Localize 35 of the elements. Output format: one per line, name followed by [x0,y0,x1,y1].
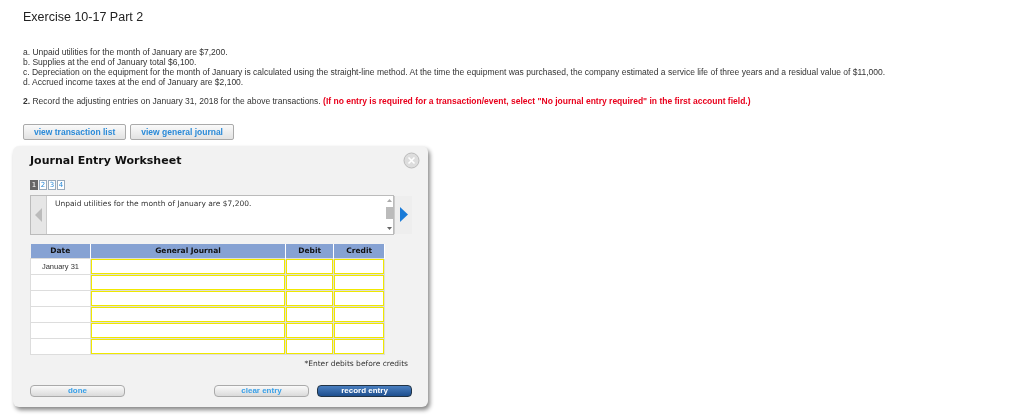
entry-field[interactable] [286,339,334,354]
entry-field[interactable] [334,339,384,354]
entry-field[interactable] [286,307,334,322]
entry-field[interactable] [91,307,285,322]
record-button[interactable]: record entry [317,385,412,398]
close-icon[interactable] [403,152,420,170]
entry-field[interactable] [286,275,334,290]
entry-field[interactable] [334,275,384,290]
left-arrow-icon [35,207,42,222]
item-text: c. Depreciation on the equipment for the month of January is calculated using the straight-line method. At the time the equipment was purchased, the company estimated a service life of three years and a residual value of $11,000. [23,66,887,77]
entry-field[interactable] [334,259,384,274]
action-button[interactable]: done [30,385,125,398]
view-button[interactable]: view general journal [130,123,234,141]
entry-field[interactable] [91,259,285,274]
right-arrow-icon [399,207,408,222]
entry-field[interactable] [91,275,285,290]
action-button[interactable]: clear entry [214,385,309,398]
entry-field[interactable] [334,323,384,338]
entry-field[interactable] [286,323,334,338]
entry-field[interactable] [91,323,285,338]
entry-field[interactable] [334,307,384,322]
entry-field[interactable] [91,291,285,306]
entry-field[interactable] [286,291,334,306]
item-text: a. Unpaid utilities for the month of January are $7,200. [23,46,229,57]
instruction-text: 2. Record the adjusting entries on January 31, 2018 for the above transactions. (If no entry is required for a transaction/event, select "No journal entry required" in the first account field.) [23,94,752,108]
item-text: b. Supplies at the end of January total $6,100. [23,56,198,67]
entry-field[interactable] [334,291,384,306]
item-text: d. Accrued income taxes at the end of January are $2,100. [23,76,245,87]
previous-button[interactable] [31,195,47,234]
next-button[interactable] [394,195,412,234]
exercise-title: Exercise 10-17 Part 2 [23,9,145,26]
worksheet-title: Journal Entry Worksheet [30,153,183,170]
entry-field[interactable] [286,259,334,274]
entry-field[interactable] [91,339,285,354]
view-button[interactable]: view transaction list [23,123,127,141]
